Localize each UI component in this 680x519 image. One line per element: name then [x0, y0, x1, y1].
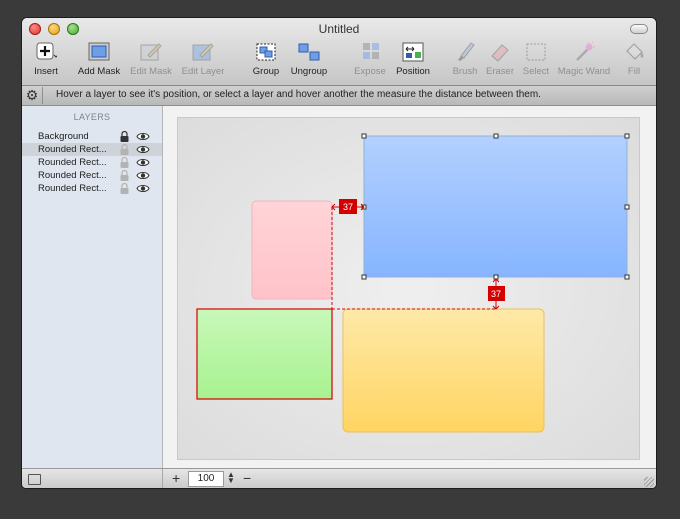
layer-row[interactable]: Background: [22, 130, 162, 143]
layer-name: Rounded Rect...: [38, 157, 107, 168]
sidebar-toggle-icon[interactable]: [28, 474, 41, 485]
layers-sidebar: LAYERS Background Rounded Rect... Rounde…: [22, 106, 163, 468]
layers-header: LAYERS: [73, 112, 111, 122]
window-title: Untitled: [318, 22, 360, 36]
pink-rounded-rect[interactable]: [251, 200, 333, 300]
blue-rounded-rect[interactable]: [363, 135, 628, 278]
yellow-rounded-rect[interactable]: [342, 308, 545, 433]
eye-icon[interactable]: [136, 144, 150, 155]
select-label: Select: [522, 66, 550, 77]
layer-name: Rounded Rect...: [38, 183, 107, 194]
add-mask-label: Add Mask: [77, 66, 121, 77]
toolbar-toggle-button[interactable]: [630, 24, 648, 34]
lock-icon[interactable]: [120, 183, 129, 194]
plus-icon: [36, 42, 57, 60]
info-hint-text: Hover a layer to see it's position, or s…: [56, 89, 541, 100]
zoom-out-button[interactable]: −: [243, 470, 251, 486]
horizontal-distance-value: 37: [343, 202, 353, 212]
position-button[interactable]: Position: [392, 42, 434, 82]
status-divider: [162, 469, 163, 488]
select-button[interactable]: Select: [520, 42, 552, 82]
magic-wand-icon: [576, 42, 595, 61]
magic-wand-label: Magic Wand: [557, 66, 611, 77]
layer-row[interactable]: Rounded Rect...: [22, 143, 162, 156]
layer-row[interactable]: Rounded Rect...: [22, 169, 162, 182]
brush-button[interactable]: Brush: [450, 42, 480, 82]
layer-name: Rounded Rect...: [38, 170, 107, 181]
eye-icon[interactable]: [136, 131, 150, 142]
group-label: Group: [252, 66, 280, 77]
eye-icon[interactable]: [136, 157, 150, 168]
info-bar: ⚙ Hover a layer to see it's position, or…: [22, 86, 656, 106]
brush-icon: [458, 42, 475, 61]
canvas-drawing: 37 37: [196, 133, 630, 433]
position-label: Position: [396, 66, 430, 77]
vertical-distance-badge: 37: [488, 286, 505, 301]
green-rounded-rect[interactable]: [196, 308, 333, 400]
zoom-in-button[interactable]: +: [172, 470, 180, 486]
eye-icon[interactable]: [136, 170, 150, 181]
edit-layer-button[interactable]: Edit Layer: [180, 42, 226, 82]
app-window: Untitled Insert Add Mask Edit Mask Edit …: [22, 18, 656, 488]
layer-name: Rounded Rect...: [38, 144, 107, 155]
lock-icon[interactable]: [120, 170, 129, 181]
ungroup-icon: [298, 43, 320, 61]
vertical-distance-value: 37: [491, 289, 501, 299]
edit-layer-icon: [192, 43, 214, 61]
brush-label: Brush: [452, 66, 478, 77]
lock-icon[interactable]: [120, 144, 129, 155]
horizontal-distance-badge: 37: [339, 199, 357, 214]
edit-layer-label: Edit Layer: [181, 66, 225, 77]
gear-icon[interactable]: ⚙: [24, 87, 43, 104]
lock-icon[interactable]: [120, 131, 129, 142]
magic-wand-button[interactable]: Magic Wand: [556, 42, 612, 82]
status-bar: + 100 ▲ ▼ −: [22, 468, 656, 488]
resize-grip-icon[interactable]: [644, 477, 654, 487]
expose-label: Expose: [354, 66, 386, 77]
edit-mask-button[interactable]: Edit Mask: [128, 42, 174, 82]
insert-label: Insert: [34, 66, 58, 77]
select-icon: [526, 43, 546, 61]
eraser-icon: [491, 44, 509, 62]
canvas[interactable]: 37 37: [177, 117, 640, 460]
zoom-stepper[interactable]: ▲ ▼: [227, 471, 235, 485]
canvas-area: 37 37: [163, 106, 656, 468]
group-icon: [256, 43, 276, 61]
fill-button[interactable]: Fill: [620, 42, 648, 82]
insert-button[interactable]: Insert: [28, 42, 64, 82]
layer-row[interactable]: Rounded Rect...: [22, 182, 162, 195]
edit-mask-icon: [140, 43, 162, 61]
layer-row[interactable]: Rounded Rect...: [22, 156, 162, 169]
fill-label: Fill: [627, 66, 641, 77]
group-button[interactable]: Group: [248, 42, 284, 82]
eye-icon[interactable]: [136, 183, 150, 194]
layer-name: Background: [38, 131, 89, 142]
eraser-label: Eraser: [486, 66, 514, 77]
eraser-button[interactable]: Eraser: [484, 42, 516, 82]
add-mask-button[interactable]: Add Mask: [76, 42, 122, 82]
zoom-field[interactable]: 100: [188, 471, 224, 487]
add-mask-icon: [88, 42, 110, 61]
edit-mask-label: Edit Mask: [130, 66, 172, 77]
position-icon: [402, 42, 424, 62]
expose-button[interactable]: Expose: [352, 42, 388, 82]
fill-icon: [626, 43, 644, 60]
expose-icon: [363, 43, 379, 59]
lock-icon[interactable]: [120, 157, 129, 168]
ungroup-label: Ungroup: [290, 66, 328, 77]
ungroup-button[interactable]: Ungroup: [288, 42, 330, 82]
toolbar: Untitled Insert Add Mask Edit Mask Edit …: [22, 18, 656, 86]
